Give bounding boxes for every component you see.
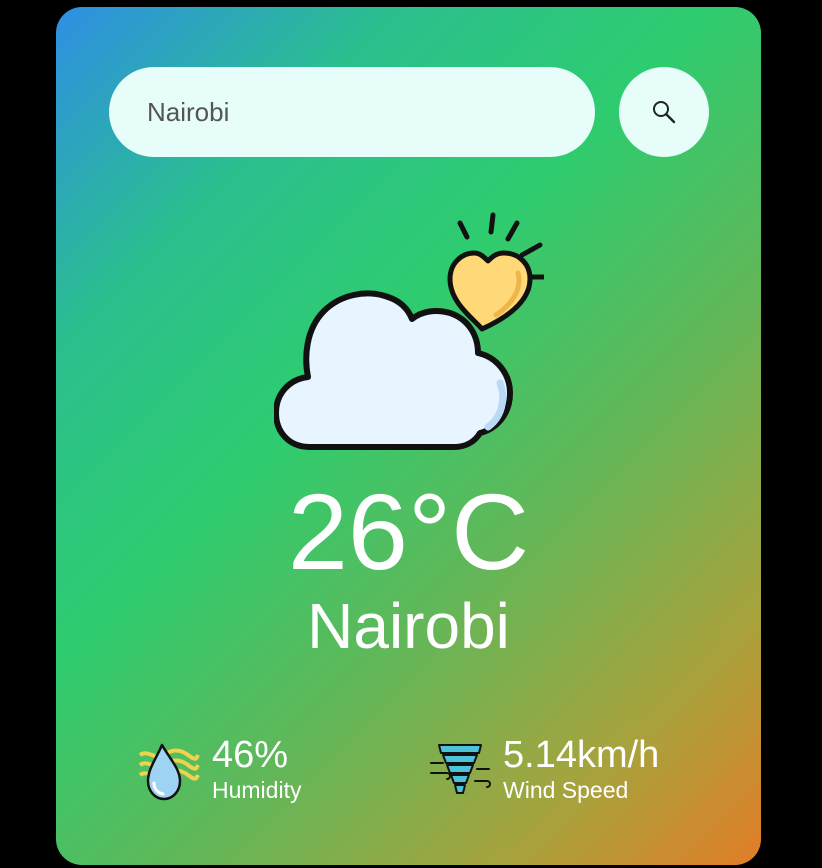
city-search-input[interactable] (109, 67, 595, 157)
humidity-icon (138, 743, 200, 801)
humidity-detail: 46% Humidity (138, 735, 301, 805)
search-icon (653, 101, 676, 124)
wind-value: 5.14km/h (503, 734, 660, 776)
temperature: 26°C (287, 471, 530, 592)
humidity-value: 46% (212, 734, 289, 776)
city-name: Nairobi (307, 590, 510, 662)
partly-cloudy-icon (274, 212, 544, 450)
search-button[interactable] (619, 67, 709, 157)
weather-card: 26°C Nairobi 46% Humidity (56, 7, 761, 865)
humidity-label: Humidity (212, 777, 302, 803)
wind-label: Wind Speed (503, 777, 629, 803)
wind-detail: 5.14km/h Wind Speed (429, 735, 659, 805)
wind-icon (430, 744, 491, 794)
